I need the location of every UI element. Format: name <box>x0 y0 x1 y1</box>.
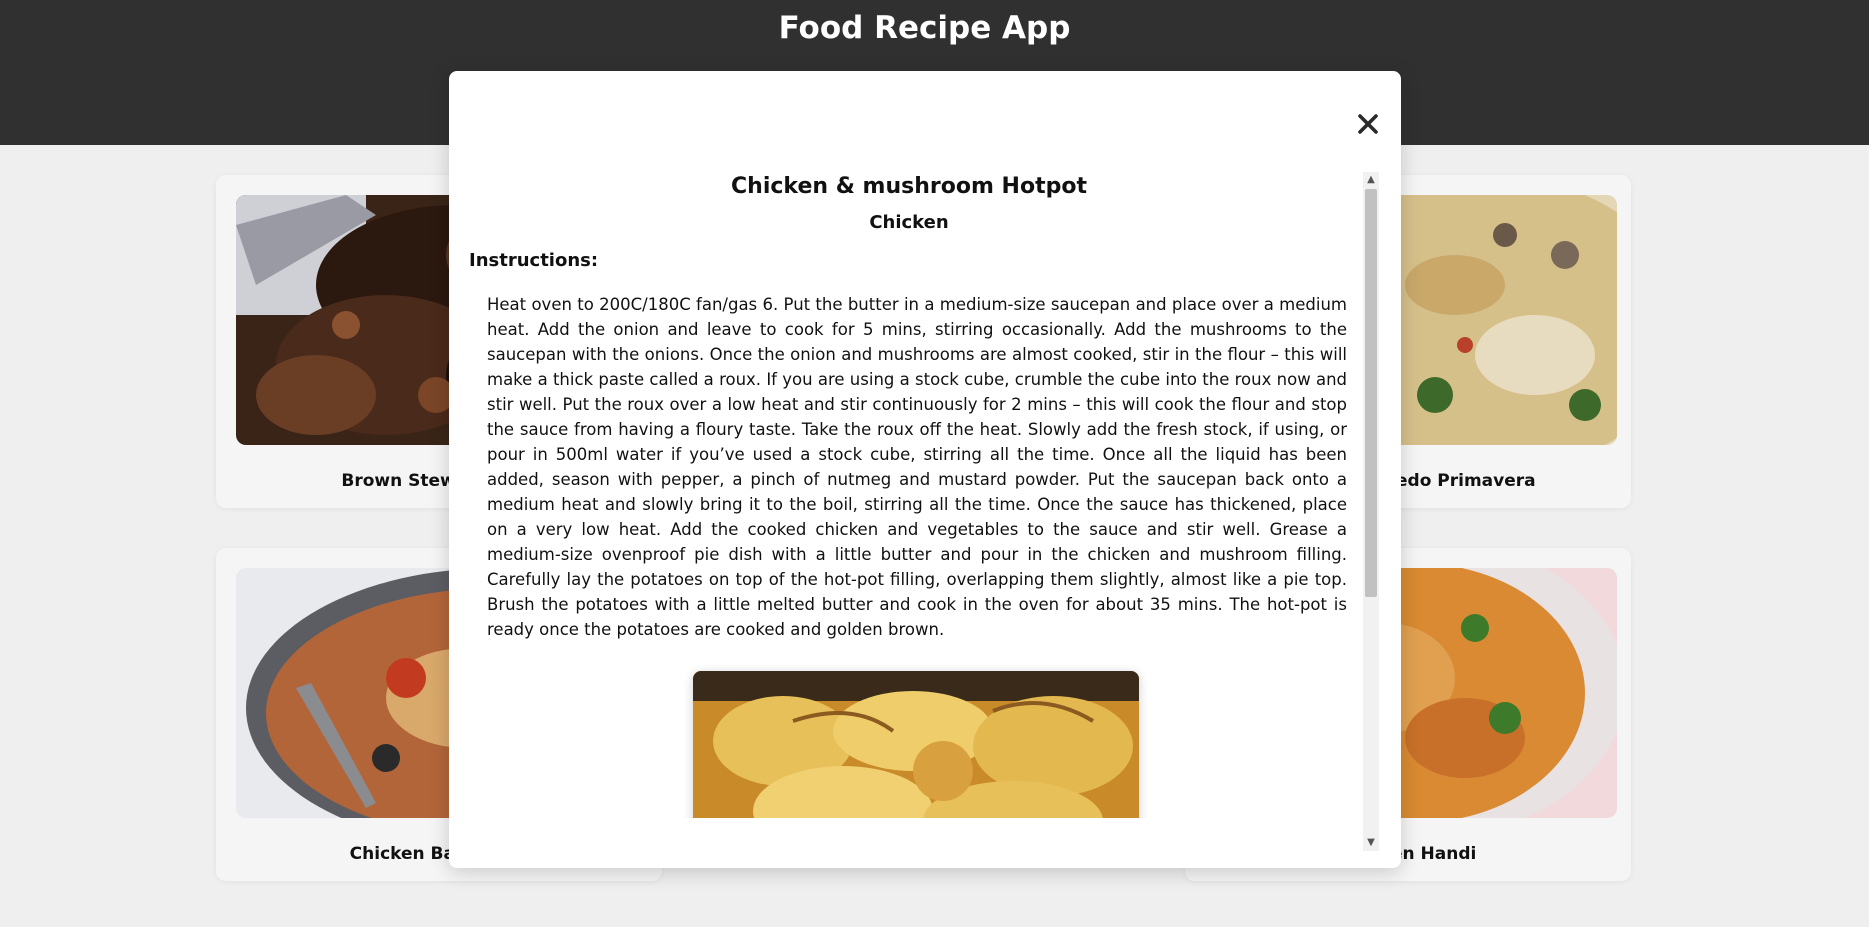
instructions-heading: Instructions: <box>469 250 599 271</box>
recipe-modal: Chicken & mushroom Hotpot Chicken Instru… <box>449 71 1401 868</box>
scroll-thumb[interactable] <box>1365 189 1377 597</box>
modal-overlay: Chicken & mushroom Hotpot Chicken Instru… <box>0 0 1869 927</box>
recipe-title: Chicken & mushroom Hotpot <box>731 174 1087 199</box>
recipe-category: Chicken <box>869 212 949 233</box>
scroll-up-icon[interactable]: ▲ <box>1363 172 1379 188</box>
recipe-image <box>693 671 1139 818</box>
instructions-text: Heat oven to 200C/180C fan/gas 6. Put th… <box>487 295 1347 639</box>
scroll-down-icon[interactable]: ▼ <box>1363 835 1379 851</box>
modal-scrollbar[interactable]: ▲ ▼ <box>1363 172 1379 851</box>
modal-content[interactable]: Chicken & mushroom Hotpot Chicken Instru… <box>449 71 1401 818</box>
